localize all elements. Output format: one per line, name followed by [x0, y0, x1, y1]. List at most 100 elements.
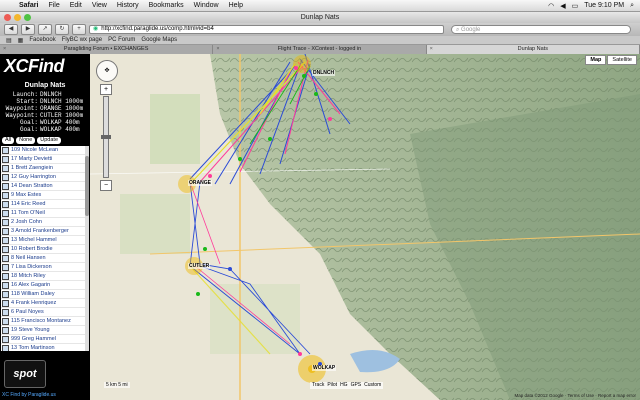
pilot-row[interactable]: 19 Steve Young: [1, 326, 89, 335]
pilot-checkbox[interactable]: [2, 281, 9, 289]
pilot-row[interactable]: 9 Max Estes: [1, 191, 89, 200]
pilot-marker[interactable]: [208, 174, 212, 178]
menu-help[interactable]: Help: [224, 2, 248, 9]
pilot-marker[interactable]: [203, 247, 207, 251]
pilot-checkbox[interactable]: [2, 173, 9, 181]
tab-dunlap-nats[interactable]: × Dunlap Nats: [426, 45, 640, 54]
update-button[interactable]: Update: [37, 137, 62, 144]
close-tab-icon[interactable]: ×: [216, 45, 219, 54]
menu-view[interactable]: View: [87, 2, 112, 9]
map-type-map-button[interactable]: Map: [585, 55, 607, 65]
waypoint-label-orange[interactable]: ORANGE: [188, 180, 212, 186]
bookmark-google-maps[interactable]: Google Maps: [141, 37, 177, 43]
select-all-button[interactable]: All: [2, 137, 15, 144]
menu-file[interactable]: File: [43, 2, 64, 9]
pilot-marker[interactable]: [196, 292, 200, 296]
pilot-row[interactable]: 3 Arnold Frankenberger: [1, 227, 89, 236]
pilot-checkbox[interactable]: [2, 263, 9, 271]
menu-edit[interactable]: Edit: [65, 2, 87, 9]
pilot-checkbox[interactable]: [2, 335, 9, 343]
pilot-marker[interactable]: [298, 352, 302, 356]
pilot-row[interactable]: 7 Lisa Dickerson: [1, 263, 89, 272]
pilot-marker[interactable]: [228, 267, 232, 271]
pilot-checkbox[interactable]: [2, 182, 9, 190]
battery-icon[interactable]: ▭: [572, 2, 579, 10]
pilot-row[interactable]: 4 Frank Henriquez: [1, 299, 89, 308]
map-canvas[interactable]: [90, 54, 640, 400]
pilot-row[interactable]: 114 Eric Reed: [1, 200, 89, 209]
menu-history[interactable]: History: [112, 2, 144, 9]
zoom-slider[interactable]: [101, 96, 111, 178]
legend-track[interactable]: Track: [312, 382, 324, 389]
tab-forum[interactable]: × Paragliding Forum • EXCHANGES: [0, 45, 214, 54]
pilot-checkbox[interactable]: [2, 299, 9, 307]
pilot-checkbox[interactable]: [2, 308, 9, 316]
legend-hg[interactable]: HG: [340, 382, 348, 389]
pilot-row[interactable]: 115 Francisco Montanez: [1, 317, 89, 326]
scroll-thumb[interactable]: [85, 156, 89, 216]
pilot-checkbox[interactable]: [2, 245, 9, 253]
map-type-satellite-button[interactable]: Satellite: [607, 55, 637, 65]
pilot-checkbox[interactable]: [2, 227, 9, 235]
pilot-checkbox[interactable]: [2, 344, 9, 351]
pilot-checkbox[interactable]: [2, 290, 9, 298]
search-field[interactable]: ⌕ Google: [451, 25, 631, 34]
share-button[interactable]: ↗: [38, 24, 52, 35]
pilot-row[interactable]: 17 Marty Devietti: [1, 155, 89, 164]
pilot-checkbox[interactable]: [2, 254, 9, 262]
menu-app[interactable]: Safari: [14, 2, 43, 9]
bookmark-facebook[interactable]: Facebook: [29, 37, 55, 43]
legend-custom[interactable]: Custom: [364, 382, 381, 389]
tab-xcontest[interactable]: × Flight Trace - XContest - logged in: [213, 45, 427, 54]
zoom-in-button[interactable]: +: [100, 84, 112, 95]
pilot-row[interactable]: 1 Brett Zaengiein: [1, 164, 89, 173]
pilot-row[interactable]: 13 Michel Hammel: [1, 236, 89, 245]
pilot-list-scrollbar[interactable]: [85, 146, 89, 351]
pilot-row[interactable]: 2 Josh Cohn: [1, 218, 89, 227]
pilot-checkbox[interactable]: [2, 218, 9, 226]
pilot-row[interactable]: 6 Paul Noyes: [1, 308, 89, 317]
top-sites-icon[interactable]: ▦: [18, 37, 24, 44]
spot-logo[interactable]: spot: [4, 360, 46, 388]
back-button[interactable]: ◀: [4, 24, 18, 35]
pilot-checkbox[interactable]: [2, 164, 9, 172]
pilot-row[interactable]: 999 Greg Hammel: [1, 335, 89, 344]
menu-clock[interactable]: Tue 9:10 PM: [584, 2, 624, 9]
pilot-row[interactable]: 12 Guy Harrington: [1, 173, 89, 182]
add-bookmark-button[interactable]: +: [72, 24, 86, 35]
close-window-button[interactable]: [4, 14, 11, 21]
reading-list-icon[interactable]: ▤: [6, 37, 12, 44]
menu-window[interactable]: Window: [189, 2, 224, 9]
pilot-row[interactable]: 13 Tom Martinson: [1, 344, 89, 351]
pilot-row[interactable]: 118 William Daley: [1, 290, 89, 299]
pilot-row[interactable]: 16 Alex Gagarin: [1, 281, 89, 290]
pan-control[interactable]: ✥: [96, 60, 118, 82]
credit-link[interactable]: XC Find by Paraglide.us: [0, 391, 90, 400]
legend-pilot[interactable]: Pilot: [327, 382, 337, 389]
pilot-checkbox[interactable]: [2, 326, 9, 334]
pilot-marker[interactable]: [302, 74, 306, 78]
pilot-marker[interactable]: [314, 92, 318, 96]
spotlight-icon[interactable]: ⌕: [630, 2, 634, 10]
pilot-marker[interactable]: [294, 66, 298, 70]
pilot-row[interactable]: 8 Neil Hansen: [1, 254, 89, 263]
reload-button[interactable]: ↻: [55, 24, 69, 35]
pilot-marker[interactable]: [268, 137, 272, 141]
legend-gps[interactable]: GPS: [351, 382, 362, 389]
map-attribution[interactable]: Map data ©2012 Google · Terms of Use · R…: [514, 393, 636, 398]
pilot-checkbox[interactable]: [2, 272, 9, 280]
pilot-row[interactable]: 14 Dean Stratton: [1, 182, 89, 191]
zoom-out-button[interactable]: −: [100, 180, 112, 191]
menu-bookmarks[interactable]: Bookmarks: [144, 2, 189, 9]
bookmark-pc-forum[interactable]: PC Forum: [108, 37, 135, 43]
volume-icon[interactable]: ◀: [560, 2, 565, 10]
waypoint-launch-cylinder[interactable]: [293, 55, 311, 73]
pilot-row[interactable]: 109 Nicole McLean: [1, 146, 89, 155]
select-none-button[interactable]: None: [16, 137, 36, 144]
waypoint-label-goal[interactable]: WOLKAP: [312, 365, 337, 371]
address-bar[interactable]: ◉ http://xcfind.paraglide.us/comp.html#i…: [89, 25, 444, 34]
pilot-row[interactable]: 18 Mitch Riley: [1, 272, 89, 281]
pilot-row[interactable]: 11 Tom O'Neil: [1, 209, 89, 218]
close-tab-icon[interactable]: ×: [430, 45, 433, 54]
wifi-icon[interactable]: ◠: [548, 2, 554, 10]
